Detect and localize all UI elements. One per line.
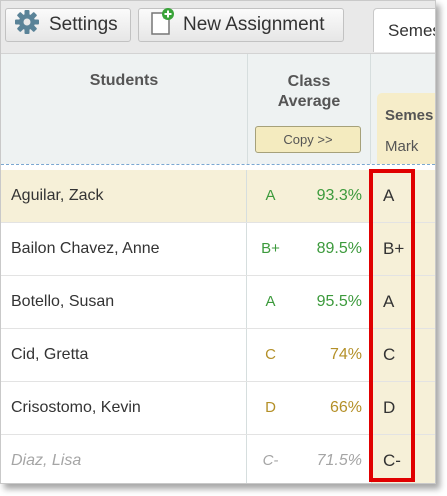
- tab-semester-label: Semes: [388, 21, 436, 40]
- new-document-icon: [149, 8, 175, 42]
- semester-mark[interactable]: D: [383, 382, 395, 434]
- mark-cell[interactable]: [371, 435, 435, 483]
- gradebook-window: Settings New Assignment Semes Students C…: [0, 0, 436, 484]
- average-letter: C: [265, 346, 276, 363]
- semester-column-header: Semes Mark: [371, 54, 435, 164]
- average-percent: 66%: [329, 399, 362, 416]
- class-average-column-header: Class Average Copy >>: [248, 54, 371, 164]
- average-percent: 89.5%: [316, 240, 362, 257]
- copy-button[interactable]: Copy >>: [255, 126, 361, 153]
- student-name[interactable]: Diaz, Lisa: [1, 435, 247, 483]
- average-percent: 71.5%: [316, 452, 362, 469]
- mark-header-label: Mark: [385, 138, 419, 155]
- semester-mark[interactable]: B+: [383, 223, 404, 275]
- students-header-label: Students: [89, 72, 159, 89]
- table-row[interactable]: Aguilar, Zack A 93.3% A: [1, 170, 435, 222]
- students-column-header[interactable]: Students: [1, 54, 248, 164]
- average-letter: A: [265, 187, 276, 204]
- table-row[interactable]: Botello, Susan A 95.5% A: [1, 276, 435, 328]
- average-letter: B+: [261, 240, 280, 257]
- average-letter: A: [265, 293, 276, 310]
- semester-mark[interactable]: A: [383, 276, 394, 328]
- settings-button[interactable]: Settings: [5, 8, 131, 42]
- student-name[interactable]: Botello, Susan: [1, 276, 247, 328]
- mark-cell[interactable]: [371, 276, 435, 328]
- gear-icon: [13, 8, 41, 42]
- semester-mark[interactable]: C-: [383, 435, 401, 483]
- average-letter: D: [265, 399, 276, 416]
- semester-mark-header[interactable]: Semes Mark: [377, 93, 435, 164]
- table-row[interactable]: Crisostomo, Kevin D 66% D: [1, 382, 435, 434]
- table-row[interactable]: Bailon Chavez, Anne B+ 89.5% B+: [1, 223, 435, 275]
- average-percent: 95.5%: [316, 293, 362, 310]
- semester-mark[interactable]: C: [383, 329, 395, 381]
- table-row[interactable]: Diaz, Lisa C- 71.5% C-: [1, 435, 435, 483]
- semester-header-label: Semes: [385, 107, 434, 124]
- average-percent: 93.3%: [316, 187, 362, 204]
- student-name[interactable]: Bailon Chavez, Anne: [1, 223, 247, 275]
- class-average-header-label: Class Average: [277, 73, 341, 110]
- student-name[interactable]: Crisostomo, Kevin: [1, 382, 247, 434]
- new-assignment-label: New Assignment: [183, 14, 325, 35]
- toolbar: Settings New Assignment Semes: [1, 1, 435, 54]
- mark-cell[interactable]: [371, 170, 435, 222]
- average-percent: 74%: [329, 346, 362, 363]
- semester-mark[interactable]: A: [383, 170, 394, 222]
- mark-cell[interactable]: [371, 382, 435, 434]
- average-letter: C-: [262, 452, 279, 469]
- student-name[interactable]: Aguilar, Zack: [1, 170, 247, 222]
- student-name[interactable]: Cid, Gretta: [1, 329, 247, 381]
- table-row[interactable]: Cid, Gretta C 74% C: [1, 329, 435, 381]
- settings-label: Settings: [49, 14, 118, 35]
- tab-semester[interactable]: Semes: [373, 8, 436, 52]
- header-divider: [1, 164, 435, 165]
- mark-cell[interactable]: [371, 329, 435, 381]
- new-assignment-button[interactable]: New Assignment: [138, 8, 344, 42]
